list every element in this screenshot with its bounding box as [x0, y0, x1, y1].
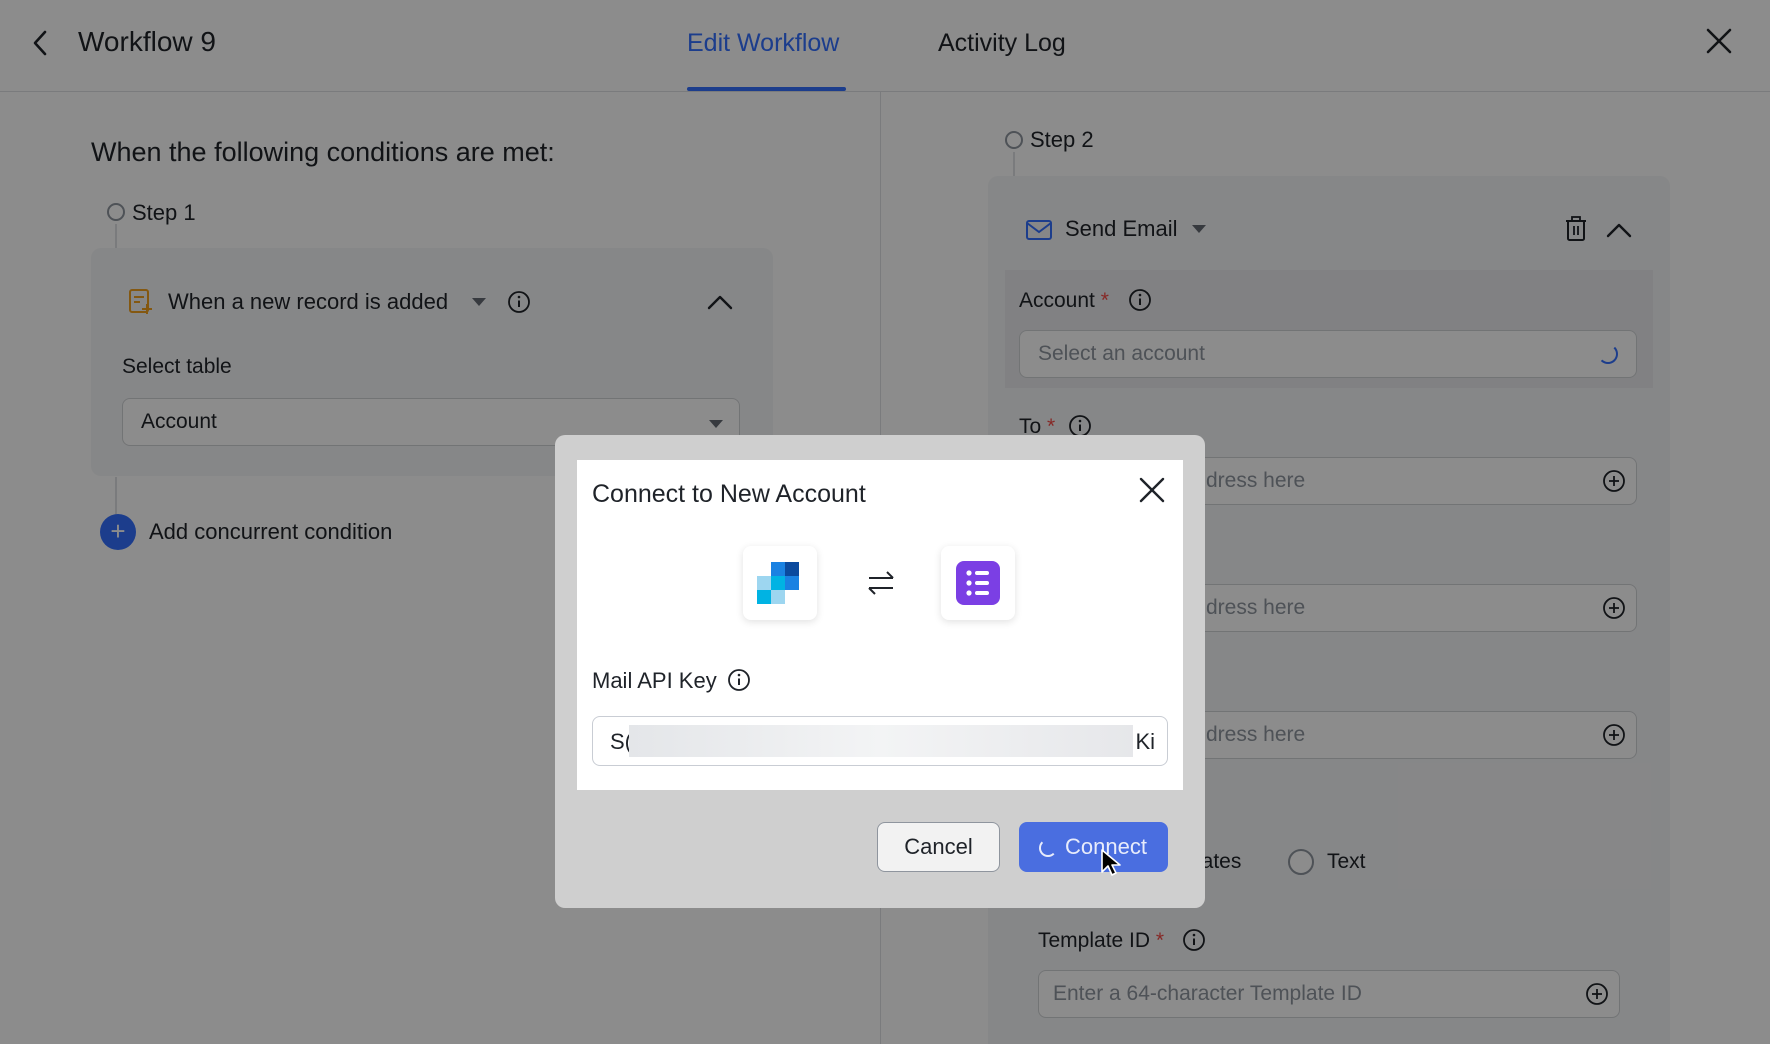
list-app-icon: [956, 561, 1000, 605]
swap-arrows-icon: [868, 571, 894, 595]
mail-service-icon: [757, 562, 799, 604]
api-key-redacted: [629, 725, 1133, 757]
api-key-label: Mail API Key: [592, 668, 717, 693]
loading-spinner-icon: [1039, 839, 1057, 857]
api-key-suffix: Ki: [1135, 729, 1155, 754]
mail-service-logo: [743, 546, 817, 620]
api-key-input[interactable]: S( Ki: [592, 716, 1168, 766]
cancel-button[interactable]: Cancel: [877, 822, 1000, 872]
connect-button[interactable]: Connect: [1019, 822, 1168, 872]
close-icon[interactable]: [1138, 476, 1166, 504]
app-logo: [941, 546, 1015, 620]
workflow-editor: Workflow 9 Edit Workflow Activity Log Wh…: [0, 0, 1770, 1044]
mouse-cursor-icon: [1101, 849, 1121, 876]
info-icon[interactable]: [727, 668, 751, 692]
modal-title: Connect to New Account: [592, 480, 866, 508]
